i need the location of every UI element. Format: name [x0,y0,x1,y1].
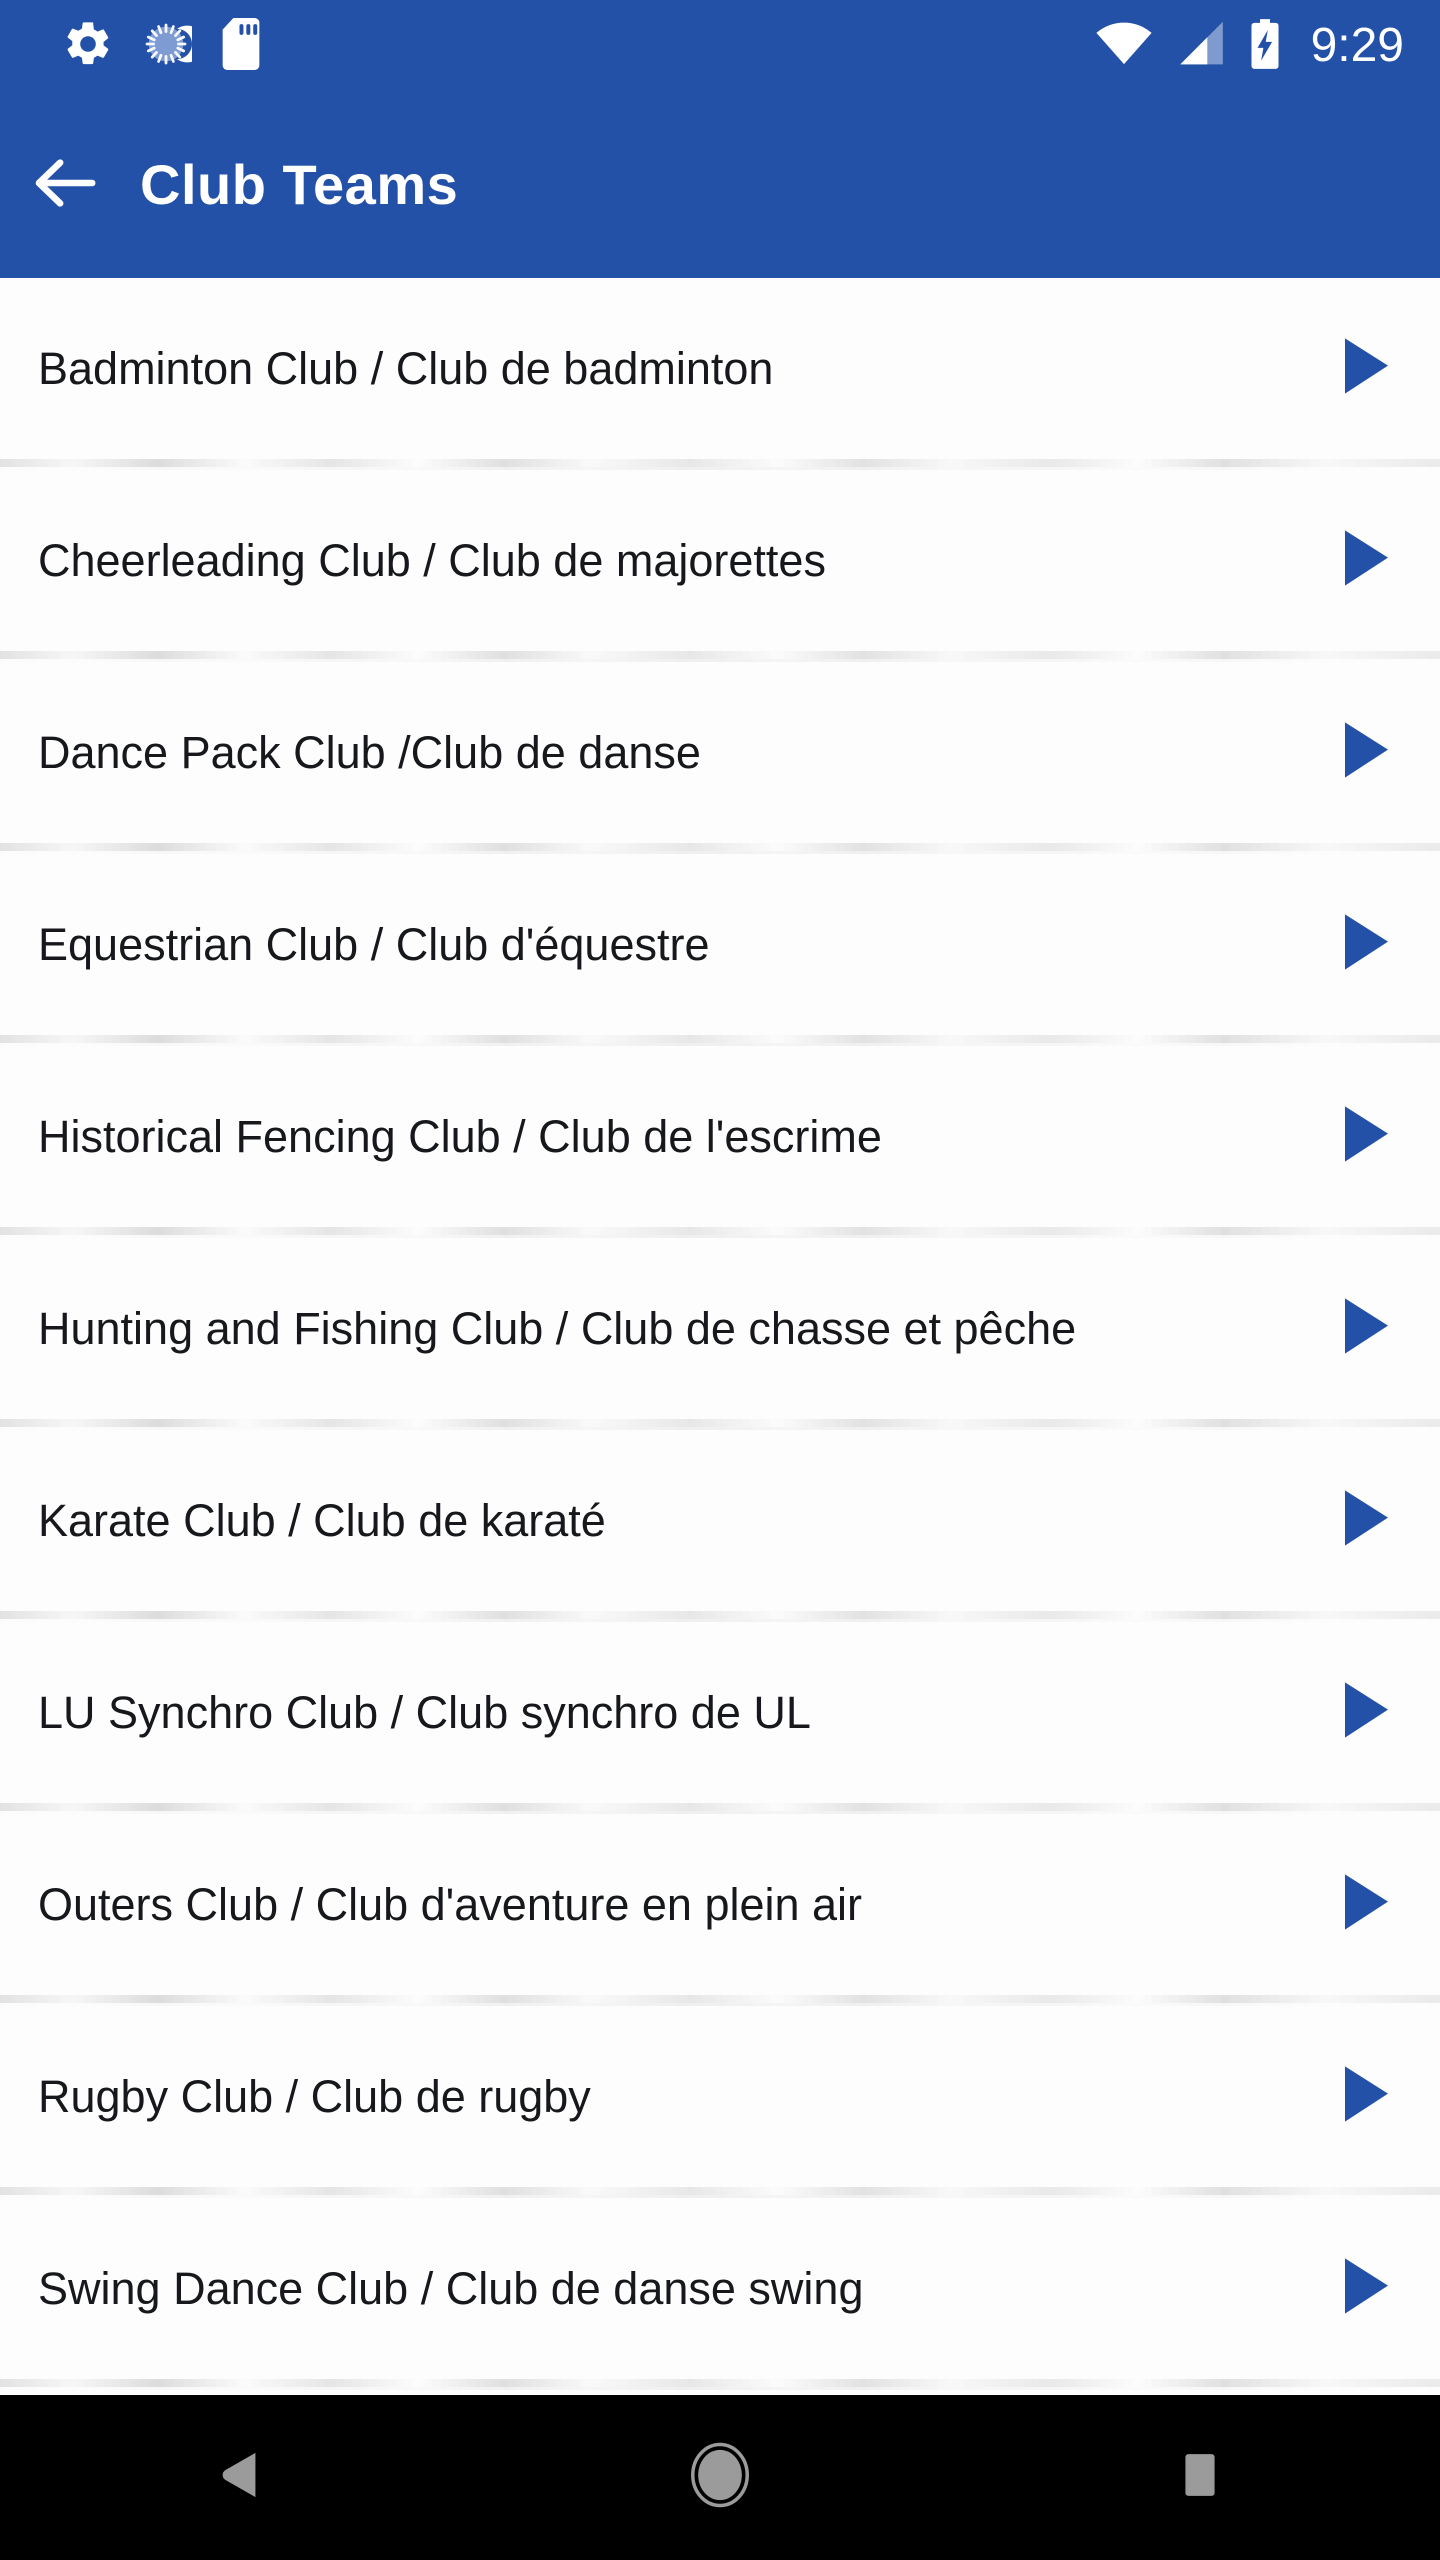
list-item[interactable]: Rugby Club / Club de rugby [0,2006,1440,2187]
list-item-arrow-button[interactable] [1290,2006,1440,2187]
status-bar-right-icons: 9:29 [1095,0,1404,92]
settings-gear-icon [62,18,114,75]
list-item-label: Badminton Club / Club de badminton [38,342,774,394]
list-item-arrow-button[interactable] [1290,1622,1440,1803]
list-divider [0,2379,1440,2390]
android-navigation-bar [0,2395,1440,2560]
list-item-arrow-button[interactable] [1290,1046,1440,1227]
list-item-label: Swing Dance Club / Club de danse swing [38,2262,864,2314]
list-item-label: Equestrian Club / Club d'équestre [38,918,710,970]
list-item[interactable]: LU Synchro Club / Club synchro de UL [0,1622,1440,1803]
list-item-arrow-button[interactable] [1290,854,1440,1035]
status-bar: 9:29 [0,0,1440,92]
triangle-right-icon [1338,2256,1392,2321]
triangle-right-icon [1338,1104,1392,1169]
list-item-label: Rugby Club / Club de rugby [38,2070,591,2122]
list-item-label: Cheerleading Club / Club de majorettes [38,534,826,586]
list-item[interactable]: Hunting and Fishing Club / Club de chass… [0,1238,1440,1419]
nav-recents-button[interactable] [1110,2395,1290,2560]
list-item-arrow-button[interactable] [1290,278,1440,459]
sd-card-icon [218,17,264,75]
list-divider [0,1611,1440,1622]
triangle-right-icon [1338,528,1392,593]
list-item-label: LU Synchro Club / Club synchro de UL [38,1686,811,1738]
triangle-right-icon [1338,336,1392,401]
list-item-arrow-button[interactable] [1290,1430,1440,1611]
app-bar: Club Teams [0,92,1440,278]
list-divider [0,843,1440,854]
triangle-right-icon [1338,1872,1392,1937]
battery-charging-icon [1249,18,1281,74]
status-bar-clock: 9:29 [1310,19,1404,72]
list-item-arrow-button[interactable] [1290,662,1440,843]
wifi-icon [1095,21,1153,72]
list-divider [0,459,1440,470]
list-divider [0,1227,1440,1238]
list-divider [0,2187,1440,2198]
list-item[interactable]: Cheerleading Club / Club de majorettes [0,470,1440,651]
list-item-arrow-button[interactable] [1290,1814,1440,1995]
triangle-right-icon [1338,1488,1392,1553]
list-item-label: Karate Club / Club de karaté [38,1494,606,1546]
list-divider [0,1995,1440,2006]
list-item[interactable]: Swing Dance Club / Club de danse swing [0,2198,1440,2379]
club-teams-list[interactable]: Badminton Club / Club de badminton Cheerl… [0,278,1440,2395]
triangle-left-icon [216,2448,264,2507]
list-item[interactable]: Dance Pack Club /Club de danse [0,662,1440,843]
square-icon [1179,2450,1221,2505]
list-item[interactable]: Outers Club / Club d'aventure en plein a… [0,1814,1440,1995]
list-item-label: Outers Club / Club d'aventure en plein a… [38,1878,863,1930]
cellular-signal-icon [1175,21,1227,72]
phone-screen: 9:29 Club Teams Badminton Club / Club de… [0,0,1440,2560]
list-item-label: Dance Pack Club /Club de danse [38,726,701,778]
list-item-arrow-button[interactable] [1290,2198,1440,2379]
list-divider [0,651,1440,662]
triangle-right-icon [1338,1680,1392,1745]
nav-home-button[interactable] [630,2395,810,2560]
list-item[interactable]: Equestrian Club / Club d'équestre [0,854,1440,1035]
back-navigation-button[interactable] [0,92,130,278]
list-item-label: Hunting and Fishing Club / Club de chass… [38,1302,1077,1354]
circle-icon [689,2442,751,2513]
sync-spinner-icon [140,18,206,75]
list-divider [0,1035,1440,1046]
list-item-label: Historical Fencing Club / Club de l'escr… [38,1110,882,1162]
list-item[interactable]: Historical Fencing Club / Club de l'escr… [0,1046,1440,1227]
status-bar-left-icons [0,17,264,75]
list-divider [0,1419,1440,1430]
page-title: Club Teams [140,153,459,216]
arrow-left-icon [32,155,98,216]
list-item[interactable]: Badminton Club / Club de badminton [0,278,1440,459]
triangle-right-icon [1338,720,1392,785]
list-item-arrow-button[interactable] [1290,1238,1440,1419]
list-item[interactable]: Karate Club / Club de karaté [0,1430,1440,1611]
triangle-right-icon [1338,912,1392,977]
list-item-arrow-button[interactable] [1290,470,1440,651]
triangle-right-icon [1338,2064,1392,2129]
triangle-right-icon [1338,1296,1392,1361]
list-divider [0,1803,1440,1814]
nav-back-button[interactable] [150,2395,330,2560]
